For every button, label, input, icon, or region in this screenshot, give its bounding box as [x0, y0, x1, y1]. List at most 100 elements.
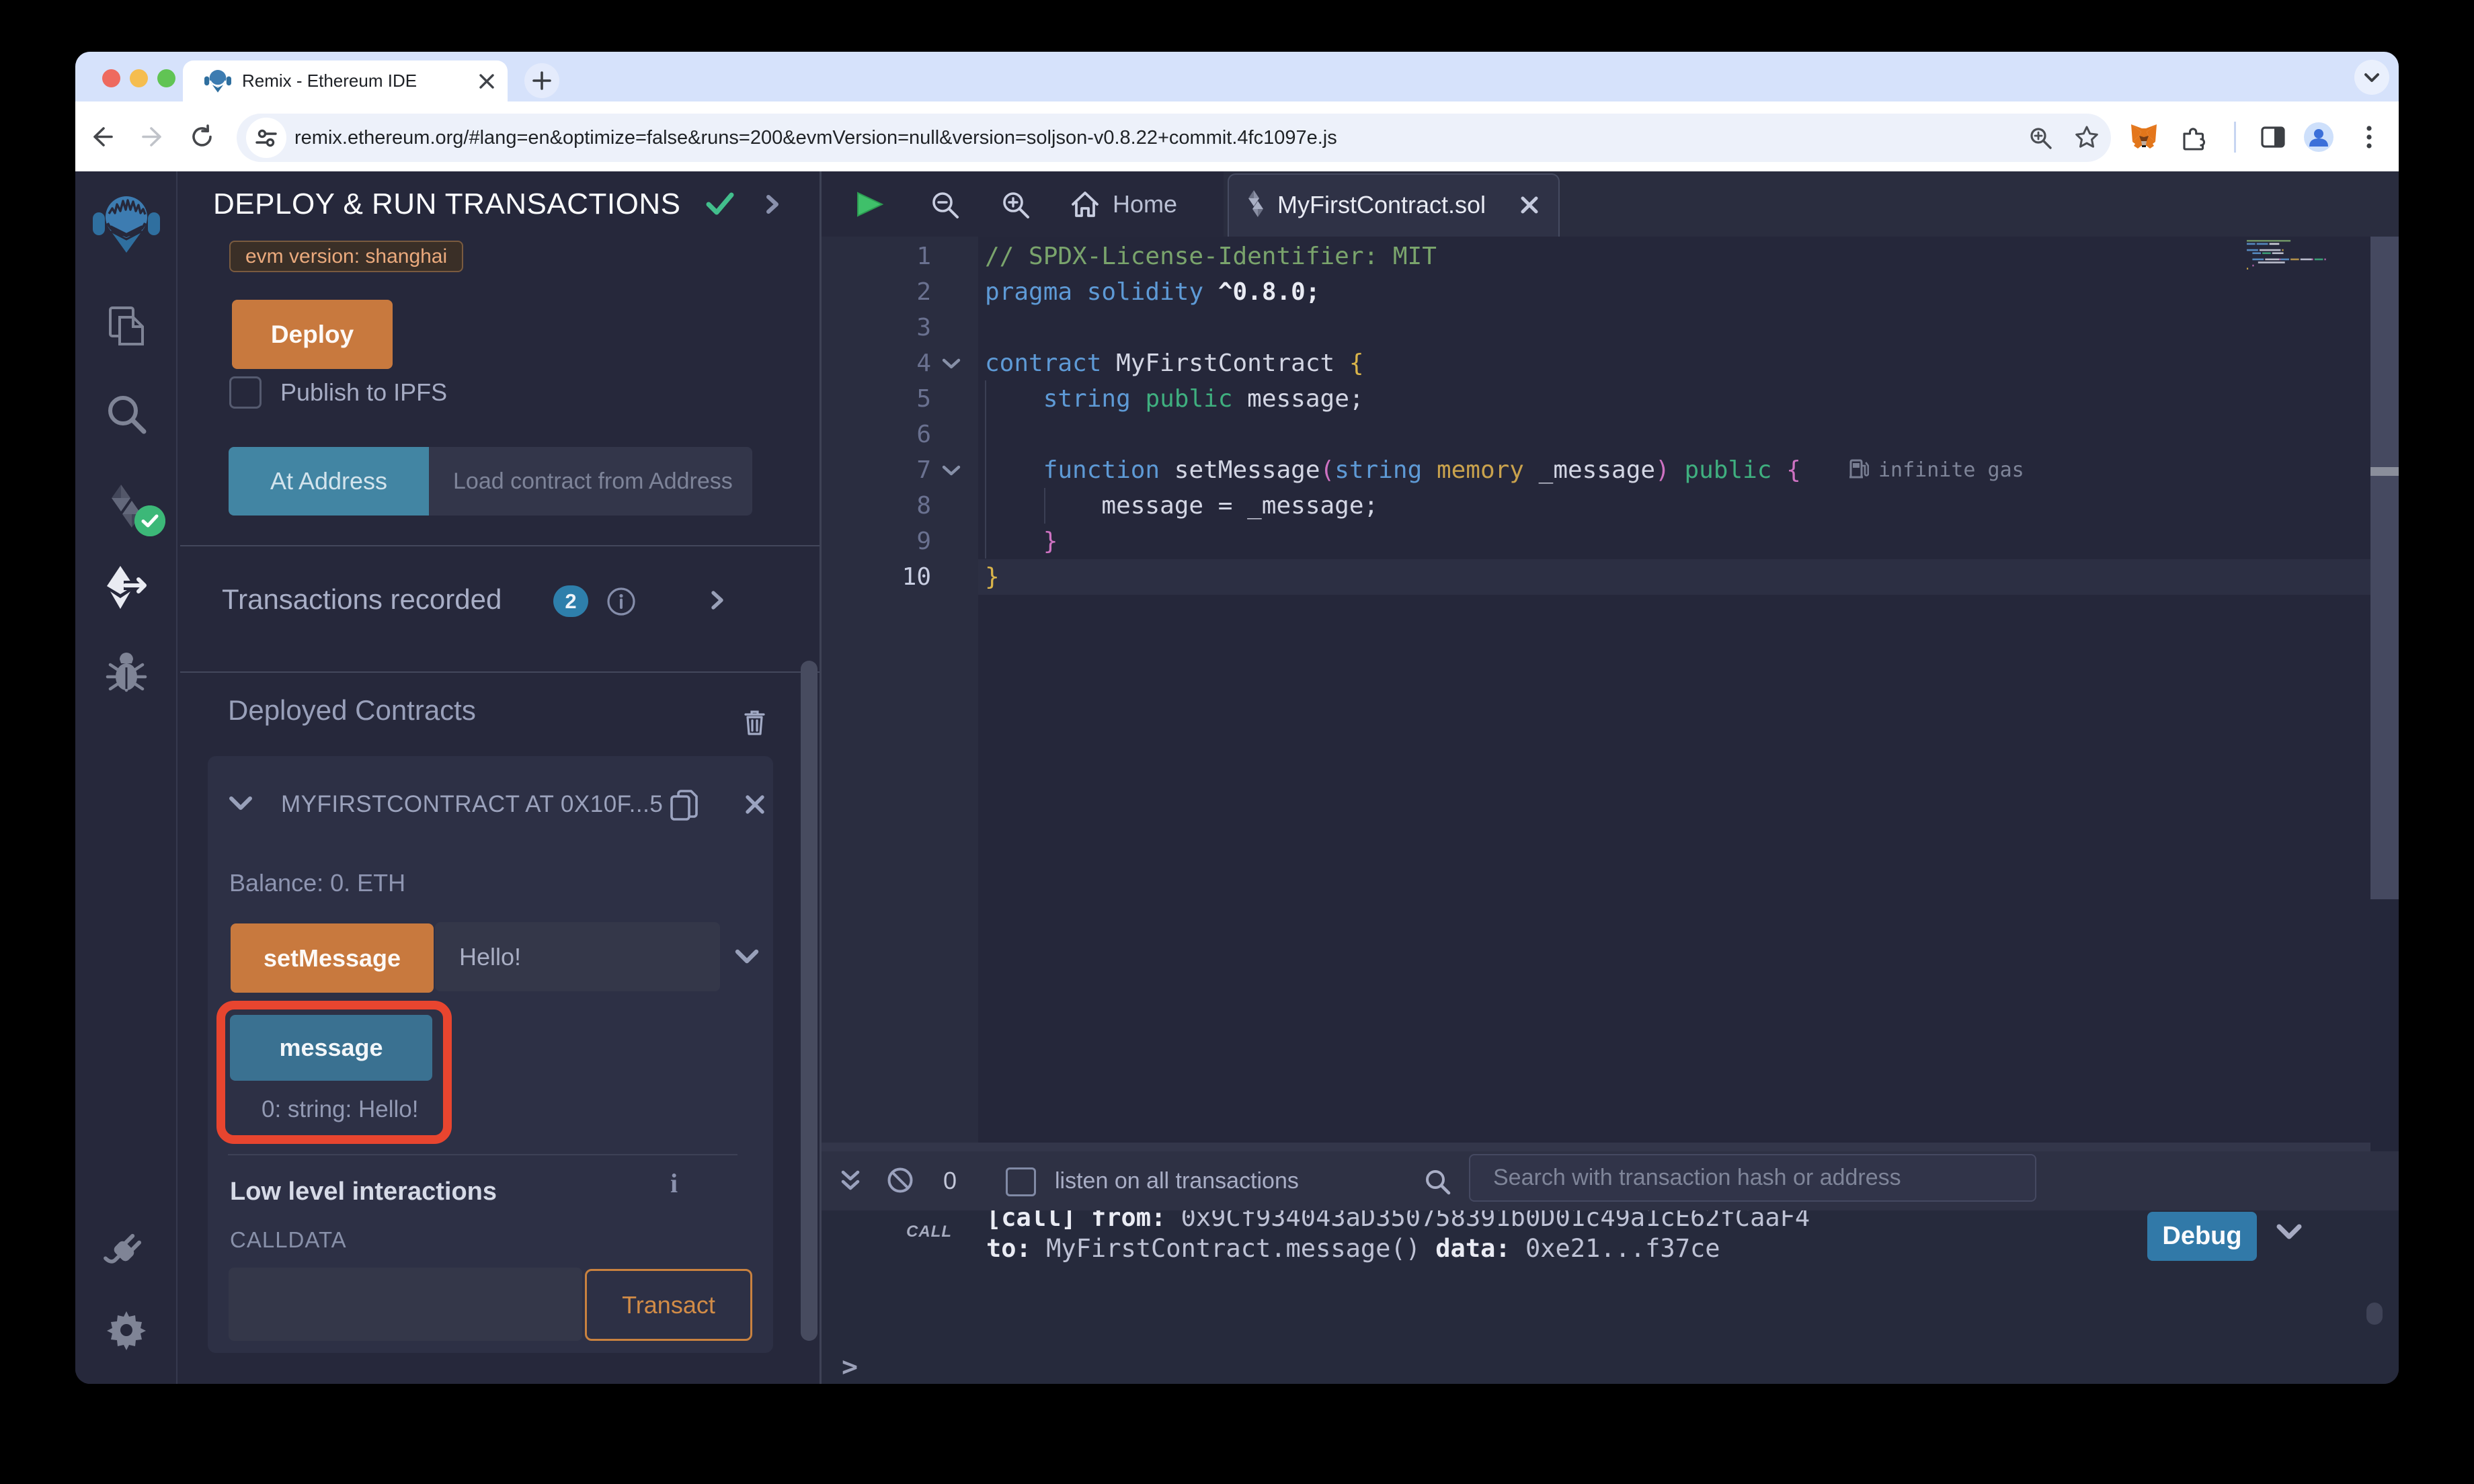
home-tab-label[interactable]: Home — [1113, 171, 1177, 237]
log-expand-chevron-icon[interactable] — [2275, 1223, 2303, 1241]
back-icon[interactable] — [89, 124, 114, 149]
line-number: 5 — [822, 381, 931, 417]
tab-search-chevron-icon[interactable] — [2354, 60, 2389, 95]
code-line[interactable]: function setMessage(string memory _messa… — [985, 452, 1801, 488]
home-icon[interactable] — [1069, 188, 1101, 220]
transactions-info-icon[interactable] — [606, 587, 636, 616]
editor-scrollbar-thumb[interactable] — [2370, 237, 2399, 899]
line-number: 8 — [822, 488, 931, 524]
terminal-log-line[interactable]: [call] from: 0x9Cf934043aD350758391b0D01… — [986, 1210, 1810, 1233]
zoom-out-icon[interactable] — [929, 189, 960, 220]
publish-ipfs-checkbox[interactable] — [229, 376, 262, 409]
remix-logo-icon[interactable] — [93, 192, 160, 254]
set-message-button[interactable]: setMessage — [231, 923, 434, 993]
tab-close-icon[interactable] — [477, 72, 496, 91]
forward-icon[interactable] — [141, 124, 166, 149]
panel-divider-line — [180, 545, 820, 546]
terminal-search-input[interactable] — [1469, 1154, 2036, 1202]
transact-button[interactable]: Transact — [585, 1269, 752, 1341]
run-script-icon[interactable] — [855, 191, 885, 218]
pending-tx-count: 0 — [934, 1151, 965, 1210]
editor-scrollbar[interactable] — [2370, 237, 2399, 1151]
clear-console-icon[interactable] — [886, 1166, 914, 1194]
at-address-input[interactable] — [429, 447, 752, 516]
card-divider-line — [228, 1154, 737, 1155]
terminal-log-line[interactable]: to: MyFirstContract.message() data: 0xe2… — [986, 1233, 1720, 1264]
debugger-icon[interactable] — [104, 650, 149, 696]
code-line[interactable]: string public message; — [985, 381, 1364, 417]
editor-minimap[interactable] — [2244, 238, 2369, 272]
code-line[interactable]: message = _message; — [985, 488, 1378, 524]
deploy-run-icon[interactable] — [104, 565, 149, 610]
fold-chevron-icon[interactable] — [941, 464, 961, 477]
contract-balance: Balance: 0. ETH — [229, 866, 405, 901]
code-line[interactable]: contract MyFirstContract { — [985, 345, 1364, 381]
browser-tab[interactable]: Remix - Ethereum IDE — [183, 60, 508, 101]
file-tab-close-icon[interactable] — [1519, 195, 1540, 215]
listen-transactions-checkbox[interactable] — [1006, 1167, 1036, 1196]
panel-collapse-chevron-icon[interactable] — [762, 193, 783, 216]
terminal-resize-handle[interactable] — [822, 1143, 2399, 1151]
panel-scrollbar-thumb[interactable] — [801, 661, 817, 1341]
side-panel-icon[interactable] — [2260, 124, 2286, 151]
copy-address-icon[interactable] — [670, 789, 699, 822]
extensions-puzzle-icon[interactable] — [2180, 124, 2206, 151]
low-level-info-icon[interactable]: i — [670, 1166, 678, 1201]
line-number: 6 — [822, 417, 931, 452]
traffic-light-zoom[interactable] — [157, 69, 175, 87]
plugin-manager-icon[interactable] — [104, 1226, 149, 1272]
calldata-input[interactable] — [229, 1268, 582, 1341]
terminal-collapse-icon[interactable] — [838, 1168, 863, 1194]
file-tab-active[interactable]: MyFirstContract.sol — [1228, 173, 1560, 237]
metamask-icon[interactable] — [2130, 123, 2158, 150]
panel-check-icon — [705, 188, 735, 219]
terminal-scrollbar-thumb[interactable] — [2366, 1303, 2383, 1325]
bookmark-star-icon[interactable] — [2073, 124, 2100, 151]
set-message-input[interactable] — [435, 922, 720, 991]
settings-gear-icon[interactable] — [104, 1307, 149, 1353]
icon-rail — [75, 171, 177, 1384]
at-address-button[interactable]: At Address — [229, 447, 429, 516]
debug-button[interactable]: Debug — [2147, 1212, 2257, 1261]
contract-close-icon[interactable] — [745, 794, 765, 815]
code-line[interactable]: pragma solidity ^0.8.0; — [985, 274, 1320, 310]
site-settings-icon[interactable] — [246, 118, 286, 158]
line-number: 7 — [822, 452, 931, 488]
code-line[interactable]: // SPDX-License-Identifier: MIT — [985, 239, 1437, 274]
tab-title: Remix - Ethereum IDE — [242, 60, 417, 101]
terminal-toolbar: 0 listen on all transactions — [822, 1151, 2399, 1210]
expand-args-chevron-icon[interactable] — [733, 948, 760, 965]
line-number: 1 — [822, 239, 931, 274]
menu-kebab-icon[interactable] — [2360, 123, 2379, 151]
file-explorer-icon[interactable] — [104, 304, 149, 349]
code-editor[interactable]: 1// SPDX-License-Identifier: MIT2pragma … — [822, 237, 2399, 1151]
contract-collapse-chevron-icon[interactable] — [228, 795, 253, 811]
clear-contracts-trash-icon[interactable] — [744, 708, 766, 736]
address-bar[interactable]: remix.ethereum.org/#lang=en&optimize=fal… — [237, 114, 2111, 162]
contract-instance-header[interactable]: MYFIRSTCONTRACT AT 0X10F...5 — [281, 787, 670, 822]
traffic-light-close[interactable] — [102, 69, 120, 87]
remix-favicon-icon — [204, 67, 231, 94]
transactions-expand-chevron-icon[interactable] — [709, 589, 726, 611]
toolbar-divider — [2234, 122, 2236, 153]
code-line[interactable]: } — [985, 559, 1000, 595]
new-tab-button[interactable] — [524, 63, 559, 98]
search-icon[interactable] — [104, 391, 149, 437]
code-line[interactable]: } — [985, 524, 1058, 559]
editor-region: Home MyFirstContract.sol 1// SPDX- — [822, 171, 2399, 1151]
deployed-contract-card: MYFIRSTCONTRACT AT 0X10F...5 Balance: 0.… — [208, 756, 773, 1353]
fold-chevron-icon[interactable] — [941, 358, 961, 370]
reload-icon[interactable] — [190, 124, 214, 149]
browser-titlebar: Remix - Ethereum IDE — [75, 52, 2399, 101]
terminal-prompt[interactable]: > — [842, 1352, 858, 1383]
url-text[interactable]: remix.ethereum.org/#lang=en&optimize=fal… — [294, 114, 1337, 162]
terminal: 0 listen on all transactions CALL [call]… — [822, 1151, 2399, 1384]
evm-version-badge: evm version: shanghai — [229, 241, 463, 272]
transactions-recorded-label: Transactions recorded — [222, 581, 502, 618]
zoom-in-icon[interactable] — [1000, 189, 1031, 220]
profile-avatar[interactable] — [2304, 122, 2333, 152]
deploy-button[interactable]: Deploy — [232, 300, 393, 369]
traffic-light-minimize[interactable] — [130, 69, 148, 87]
zoom-icon[interactable] — [2028, 125, 2053, 151]
browser-window: Remix - Ethereum IDE — [75, 52, 2399, 1384]
